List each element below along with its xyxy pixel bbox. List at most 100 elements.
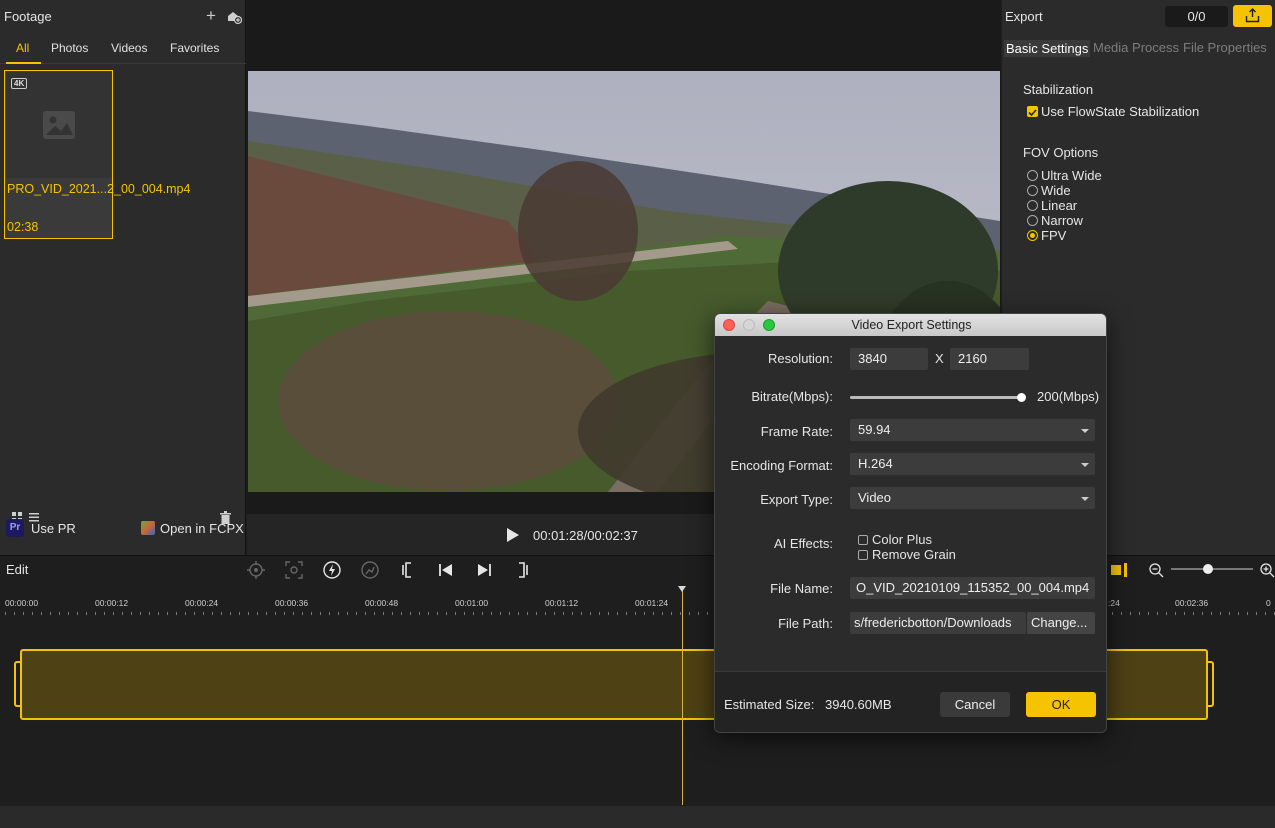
ruler-tick-label: :24 — [1108, 598, 1120, 608]
add-icon[interactable]: + — [203, 7, 219, 24]
dialog-title: Video Export Settings — [851, 318, 972, 332]
marker-icon[interactable] — [1110, 562, 1130, 578]
image-placeholder-icon — [43, 111, 75, 139]
open-fcpx-button[interactable]: Open in FCPX — [160, 521, 244, 536]
file-name-label: File Name: — [770, 581, 833, 596]
clip-duration: 02:38 — [7, 220, 39, 234]
fov-label-fpv[interactable]: FPV — [1041, 228, 1066, 243]
trim-start-icon[interactable] — [400, 561, 416, 579]
target-icon[interactable] — [246, 560, 266, 580]
playhead-marker[interactable] — [678, 586, 686, 592]
cancel-button[interactable]: Cancel — [940, 692, 1010, 717]
ruler-tick-label: 00:00:36 — [275, 598, 309, 608]
fov-radio-ultra-wide[interactable] — [1027, 170, 1038, 181]
zoom-in-icon[interactable] — [1259, 562, 1275, 578]
resolution-label: Resolution: — [767, 351, 833, 366]
export-title: Export — [1005, 9, 1043, 24]
fov-label-linear[interactable]: Linear — [1041, 198, 1077, 213]
tab-photos[interactable]: Photos — [51, 41, 88, 55]
fov-radio-wide[interactable] — [1027, 185, 1038, 196]
tab-all[interactable]: All — [16, 41, 29, 55]
ruler-tick-label: 00:00:48 — [365, 598, 399, 608]
fcpx-icon — [141, 521, 155, 535]
export-counter: 0/0 — [1165, 6, 1228, 27]
fov-label-narrow[interactable]: Narrow — [1041, 213, 1083, 228]
estimated-size-label: Estimated Size: — [724, 697, 815, 712]
file-path-input[interactable]: s/fredericbotton/Downloads — [850, 612, 1026, 634]
clip-thumbnail[interactable]: 4K PRO_VID_2021...2_00_004.mp4 02:38 — [4, 70, 191, 239]
ruler-tick-label: 00:00:12 — [95, 598, 129, 608]
focus-icon[interactable] — [284, 560, 304, 580]
zoom-out-icon[interactable] — [1148, 562, 1164, 578]
export-type-select[interactable]: Video — [850, 487, 1095, 509]
footage-title: Footage — [4, 9, 52, 24]
resolution-width-input[interactable]: 3840 — [850, 348, 928, 370]
premiere-icon: Pr — [6, 519, 24, 537]
tab-file-properties[interactable]: File Properties — [1183, 40, 1267, 55]
zoom-slider-knob[interactable] — [1203, 564, 1213, 574]
play-icon[interactable] — [507, 528, 519, 542]
fov-radio-fpv[interactable] — [1027, 230, 1038, 241]
remove-grain-label[interactable]: Remove Grain — [872, 547, 956, 562]
bitrate-slider-knob[interactable] — [1017, 393, 1026, 402]
footage-toolbar: Pr Use PR Open in FCPX — [0, 511, 246, 548]
motion-icon[interactable] — [360, 560, 380, 580]
fov-label-ultra-wide[interactable]: Ultra Wide — [1041, 168, 1102, 183]
fov-radio-narrow[interactable] — [1027, 215, 1038, 226]
status-bar — [0, 806, 1275, 828]
ruler-tick-label: 00:00:00 — [5, 598, 39, 608]
zoom-slider[interactable] — [1171, 564, 1253, 574]
export-upload-icon — [1245, 8, 1260, 23]
tab-videos[interactable]: Videos — [111, 41, 147, 55]
ruler-tick-label: 00:01:00 — [455, 598, 489, 608]
edit-label: Edit — [6, 562, 29, 577]
jump-start-icon[interactable] — [438, 562, 454, 578]
clip-left-handle[interactable] — [14, 661, 20, 707]
bitrate-slider-fill — [850, 396, 1021, 399]
frame-rate-select[interactable]: 59.94 — [850, 419, 1095, 441]
clip-right-handle[interactable] — [1208, 661, 1214, 707]
export-type-label: Export Type: — [760, 492, 833, 507]
change-path-button[interactable]: Change... — [1027, 612, 1095, 634]
4k-badge: 4K — [11, 78, 28, 89]
color-plus-label[interactable]: Color Plus — [872, 532, 932, 547]
checkmark-icon — [1028, 109, 1037, 117]
tab-favorites[interactable]: Favorites — [170, 41, 219, 55]
ok-button[interactable]: OK — [1026, 692, 1096, 717]
resolution-x-label: X — [935, 351, 944, 366]
stabilization-title: Stabilization — [1023, 82, 1094, 97]
footage-panel: Footage + All Photos Videos Favorites 4K… — [0, 0, 246, 555]
bitrate-slider[interactable] — [850, 393, 1026, 402]
use-pr-button[interactable]: Use PR — [31, 521, 76, 536]
tab-basic-settings[interactable]: Basic Settings — [1004, 40, 1091, 57]
app-window: Footage + All Photos Videos Favorites 4K… — [0, 0, 1275, 828]
fov-radio-linear[interactable] — [1027, 200, 1038, 211]
fov-label-wide[interactable]: Wide — [1041, 183, 1071, 198]
remove-grain-checkbox[interactable] — [858, 550, 868, 560]
resolution-height-input[interactable]: 2160 — [950, 348, 1029, 370]
footage-tabs: All Photos Videos Favorites — [0, 38, 246, 64]
timecode: 00:01:28/00:02:37 — [533, 528, 638, 543]
speed-icon[interactable] — [322, 560, 342, 580]
tab-media-process[interactable]: Media Process — [1093, 40, 1179, 55]
color-plus-checkbox[interactable] — [858, 535, 868, 545]
encoding-format-select[interactable]: H.264 — [850, 453, 1095, 475]
file-name-input[interactable]: O_VID_20210109_115352_00_004.mp4 — [850, 577, 1095, 599]
dialog-titlebar: Video Export Settings — [715, 314, 1106, 336]
add-folder-icon[interactable] — [226, 9, 243, 25]
estimated-size-value: 3940.60MB — [825, 697, 892, 712]
ruler-tick-label: 00:00:24 — [185, 598, 219, 608]
ruler-tick-label: 00:01:12 — [545, 598, 579, 608]
export-button[interactable] — [1233, 5, 1272, 27]
stabilization-option[interactable]: Use FlowState Stabilization — [1041, 104, 1199, 119]
trim-end-icon[interactable] — [514, 561, 530, 579]
bitrate-label: Bitrate(Mbps): — [751, 389, 833, 404]
tab-underline — [6, 62, 41, 64]
file-path-label: File Path: — [778, 616, 833, 631]
ruler-tick-label: 0 — [1266, 598, 1271, 608]
stabilization-checkbox[interactable] — [1027, 106, 1038, 117]
jump-end-icon[interactable] — [476, 562, 492, 578]
clip-name: PRO_VID_2021...2_00_004.mp4 — [7, 182, 191, 196]
fov-title: FOV Options — [1023, 145, 1099, 160]
playhead[interactable] — [678, 586, 686, 805]
